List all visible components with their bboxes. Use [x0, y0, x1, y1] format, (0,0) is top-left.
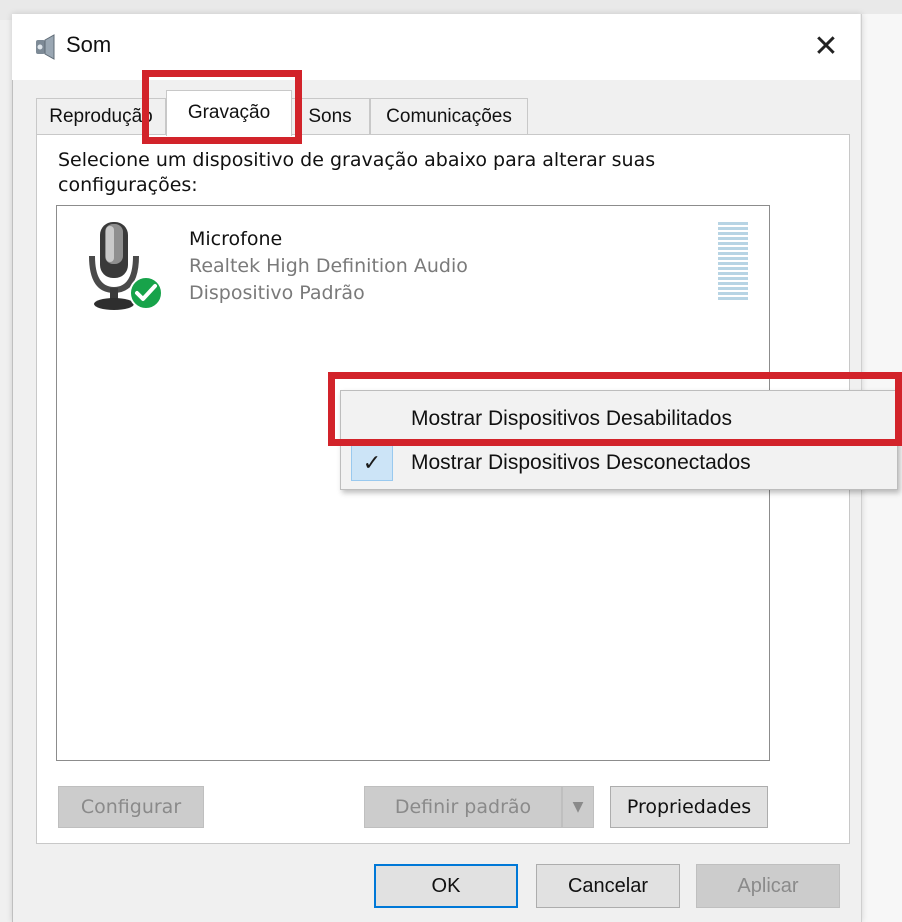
checkmark-icon: ✓	[351, 445, 393, 481]
check-badge-icon	[128, 275, 164, 311]
window-title: Som	[66, 32, 112, 57]
set-default-dropdown-button[interactable]: ▼	[562, 786, 594, 828]
menu-item-show-disconnected-devices[interactable]: ✓ Mostrar Dispositivos Desconectados	[341, 441, 897, 485]
title-bar	[12, 14, 860, 80]
menu-item-label: Mostrar Dispositivos Desconectados	[411, 451, 751, 474]
device-driver: Realtek High Definition Audio	[189, 255, 468, 277]
cancel-button[interactable]: Cancelar	[536, 864, 680, 908]
configure-button[interactable]: Configurar	[58, 786, 204, 828]
tab-comunicacoes[interactable]: Comunicações	[370, 98, 528, 134]
device-status: Dispositivo Padrão	[189, 282, 365, 304]
properties-button[interactable]: Propriedades	[610, 786, 768, 828]
instructions-text: Selecione um dispositivo de gravação aba…	[58, 149, 656, 196]
volume-level-meter	[718, 222, 748, 302]
chevron-down-icon: ▼	[572, 799, 584, 815]
menu-highlight-annotation	[328, 372, 902, 446]
speaker-icon	[32, 34, 58, 60]
close-button[interactable]: ✕	[800, 24, 852, 68]
device-name: Microfone	[189, 228, 283, 250]
apply-button[interactable]: Aplicar	[696, 864, 840, 908]
tab-highlight-annotation	[142, 70, 302, 144]
set-default-button[interactable]: Definir padrão	[364, 786, 562, 828]
ok-button[interactable]: OK	[374, 864, 518, 908]
tab-sons[interactable]: Sons	[290, 98, 370, 134]
close-icon: ✕	[813, 28, 839, 64]
